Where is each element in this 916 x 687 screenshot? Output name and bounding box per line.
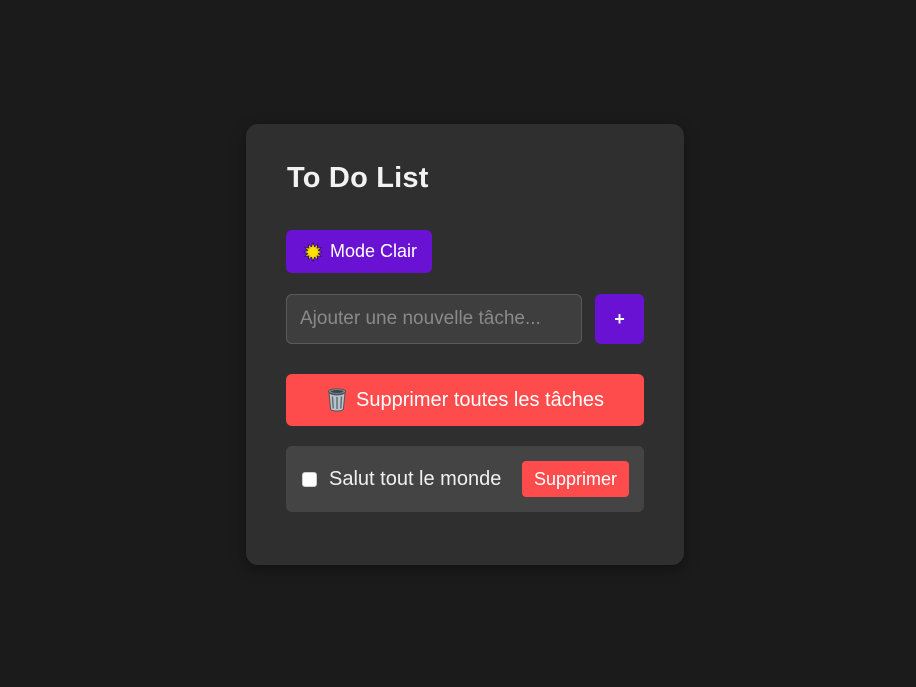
- new-task-input[interactable]: [286, 294, 582, 344]
- task-item: Salut tout le monde Supprimer: [286, 446, 644, 512]
- clear-all-tasks-button[interactable]: Supprimer toutes les tâches: [286, 374, 644, 426]
- task-text: Salut tout le monde: [329, 467, 502, 490]
- todo-card: To Do List Mode Clair + Supprimer toutes…: [246, 124, 684, 565]
- theme-toggle-label: Mode Clair: [330, 241, 418, 261]
- theme-toggle-button[interactable]: Mode Clair: [286, 230, 433, 273]
- task-list: Salut tout le monde Supprimer: [286, 446, 644, 512]
- page-title: To Do List: [287, 162, 429, 194]
- task-checkbox[interactable]: [302, 471, 317, 487]
- delete-task-button[interactable]: Supprimer: [521, 461, 629, 497]
- trash-icon: [328, 388, 347, 412]
- sun-icon: [303, 241, 323, 262]
- clear-all-label: Supprimer toutes les tâches: [356, 388, 604, 411]
- add-task-button[interactable]: +: [595, 294, 644, 344]
